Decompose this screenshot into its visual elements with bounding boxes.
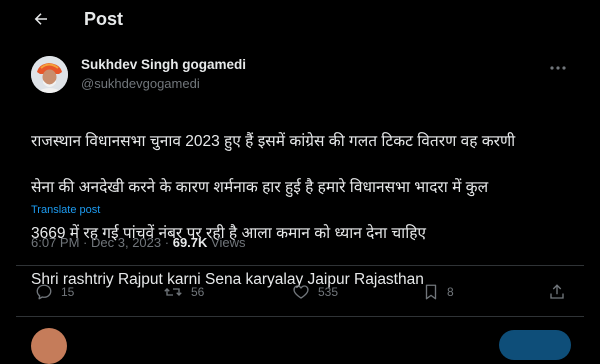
author-name[interactable]: Sukhdev Singh gogamedi <box>81 57 246 73</box>
page-title: Post <box>84 9 124 29</box>
post-time[interactable]: 6:07 PM <box>31 235 79 250</box>
author-avatar[interactable] <box>31 56 68 93</box>
more-options-button[interactable] <box>545 58 571 78</box>
views-count: 69.7K <box>172 235 208 250</box>
top-bar: Post <box>0 0 600 38</box>
post-date[interactable]: Dec 3, 2023 <box>91 235 161 250</box>
like-button[interactable]: 535 <box>292 282 338 302</box>
divider <box>16 316 584 317</box>
speech-bubble-icon <box>36 284 52 300</box>
translate-post-link[interactable]: Translate post <box>31 203 100 217</box>
repost-button[interactable]: 56 <box>163 282 204 302</box>
bookmark-icon <box>425 284 437 300</box>
author-handle[interactable]: @sukhdevgogamedi <box>81 76 200 92</box>
repost-arrows-icon <box>164 288 182 296</box>
current-user-avatar <box>31 328 67 364</box>
post-text-line: राजस्थान विधानसभा चुनाव 2023 हुए हैं इसम… <box>31 133 516 150</box>
share-button[interactable] <box>548 282 566 302</box>
divider <box>16 265 584 266</box>
post-meta: 6:07 PM · Dec 3, 2023 · 69.7K Views <box>31 235 246 251</box>
meta-separator: · <box>83 235 88 250</box>
avatar-portrait <box>31 56 68 93</box>
reply-count: 15 <box>61 285 75 299</box>
like-count: 535 <box>318 285 339 299</box>
post-text-line: सेना की अनदेखी करने के कारण शर्मनाक हार … <box>31 179 489 196</box>
back-button[interactable] <box>30 8 52 30</box>
share-upload-icon <box>550 284 564 299</box>
repost-count: 56 <box>191 285 205 299</box>
arrow-left-icon <box>34 13 47 25</box>
more-horizontal-icon <box>550 66 566 70</box>
reply-submit-button[interactable] <box>499 330 571 360</box>
heart-icon <box>293 285 309 299</box>
bookmark-count: 8 <box>447 285 454 299</box>
views-label: Views <box>211 235 246 250</box>
meta-separator: · <box>164 235 170 250</box>
reply-button[interactable]: 15 <box>35 282 74 302</box>
bookmark-button[interactable]: 8 <box>423 282 454 302</box>
